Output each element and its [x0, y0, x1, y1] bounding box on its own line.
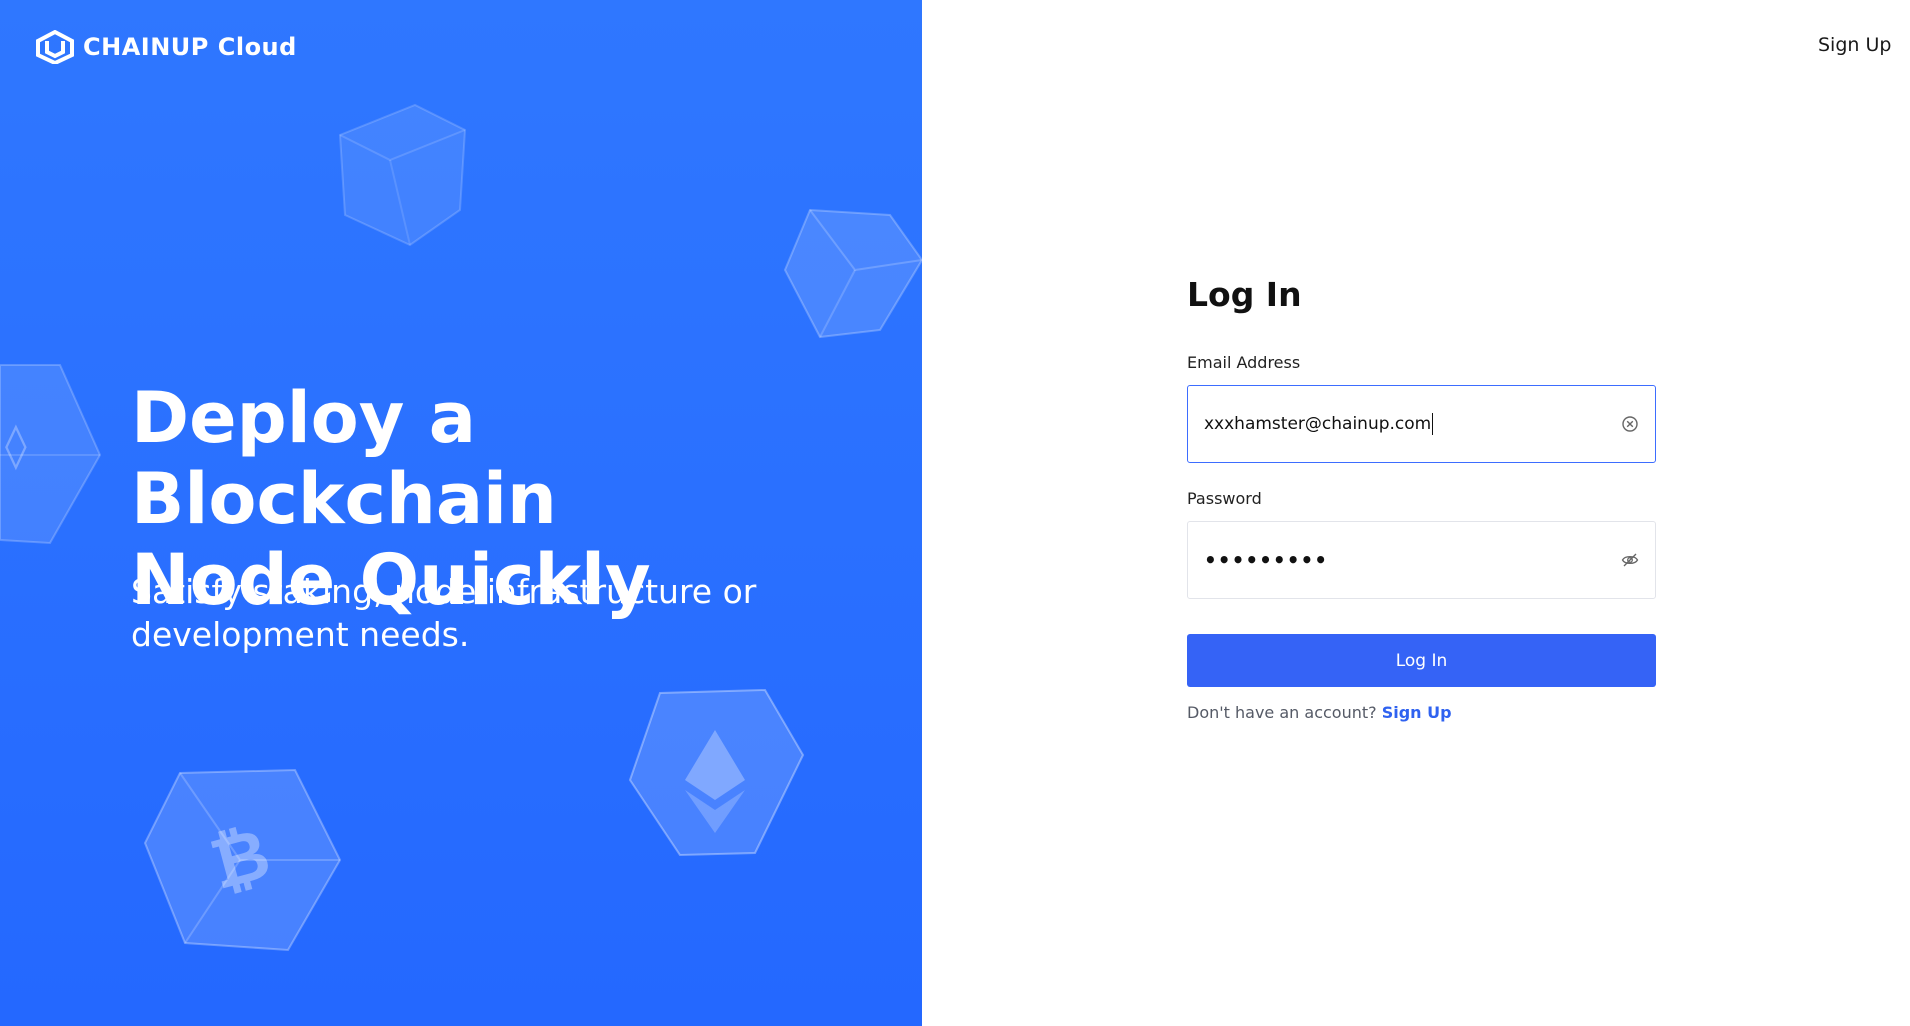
- no-account-text: Don't have an account?: [1187, 703, 1377, 722]
- password-value[interactable]: •••••••••: [1204, 548, 1621, 572]
- hero-subline: Satisfy staking, node infrastructure or …: [131, 570, 791, 656]
- email-value[interactable]: xxxhamster@chainup.com: [1204, 413, 1621, 435]
- brand-logo[interactable]: CHAINUP Cloud: [35, 30, 297, 64]
- cube-decoration-top: [338, 103, 467, 247]
- cube-decoration-ethereum: [628, 688, 805, 857]
- login-form: Log In Email Address xxxhamster@chainup.…: [1187, 270, 1656, 722]
- signup-link[interactable]: Sign Up: [1382, 703, 1452, 722]
- page-title: Log In: [1187, 275, 1302, 314]
- clear-circle-icon[interactable]: [1621, 415, 1639, 433]
- signup-prompt: Don't have an account? Sign Up: [1187, 703, 1656, 722]
- hero-headline-line1: Deploy a Blockchain: [131, 377, 557, 540]
- eye-hidden-icon[interactable]: [1621, 551, 1639, 569]
- header-signup-link[interactable]: Sign Up: [1818, 34, 1891, 56]
- text-cursor: [1432, 413, 1434, 435]
- email-text: xxxhamster@chainup.com: [1204, 414, 1432, 434]
- chainup-logo-icon: [36, 30, 74, 64]
- cube-decoration-right: [783, 208, 922, 339]
- password-label: Password: [1187, 489, 1262, 508]
- logo-text: CHAINUP Cloud: [83, 33, 297, 61]
- hero-subline-line2: development needs.: [131, 615, 470, 654]
- hero-panel: ◊ ₿ CHAINUP Cloud Deploy a Blockchain No…: [0, 0, 922, 1026]
- email-label: Email Address: [1187, 353, 1301, 372]
- svg-text:◊: ◊: [5, 420, 27, 471]
- cube-decoration-left: ◊: [0, 364, 102, 545]
- login-button[interactable]: Log In: [1187, 634, 1656, 687]
- hero-subline-line1: Satisfy staking, node infrastructure or: [131, 572, 757, 611]
- password-field[interactable]: •••••••••: [1187, 521, 1656, 599]
- cube-decoration-bitcoin: ₿: [143, 768, 342, 952]
- email-field[interactable]: xxxhamster@chainup.com: [1187, 385, 1656, 463]
